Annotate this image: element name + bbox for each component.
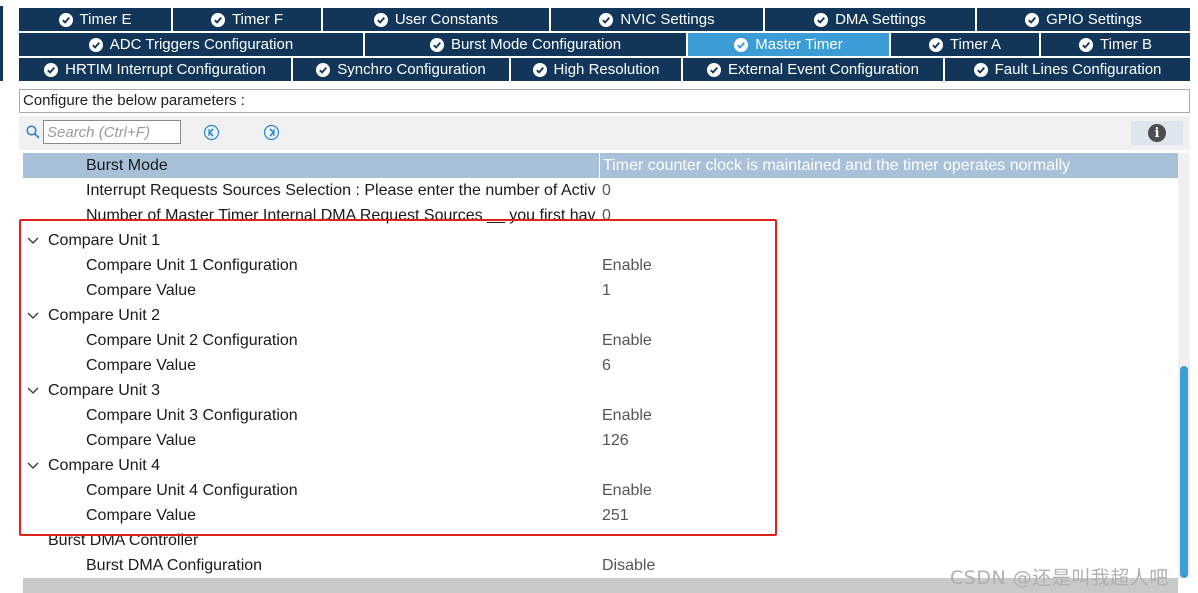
param-value[interactable]: 0 bbox=[602, 178, 1172, 203]
tab-label: DMA Settings bbox=[835, 11, 926, 28]
magnifier-icon bbox=[26, 125, 40, 139]
tab-row-3: HRTIM Interrupt Configuration Synchro Co… bbox=[19, 58, 1190, 81]
prev-arrow-icon[interactable] bbox=[203, 124, 220, 141]
tab-label: User Constants bbox=[394, 11, 499, 28]
tab-bar: Timer E Timer F User Constants NVIC Sett… bbox=[0, 0, 1198, 85]
toolbar: i bbox=[19, 116, 1190, 150]
tab-label: NVIC Settings bbox=[620, 11, 715, 28]
red-highlight-box bbox=[19, 219, 777, 536]
watermark: CSDN @还是叫我超人吧 bbox=[950, 567, 1169, 589]
check-circle-icon bbox=[58, 12, 73, 27]
check-circle-icon bbox=[707, 62, 722, 77]
param-row-interrupt-requests[interactable]: Interrupt Requests Sources Selection : P… bbox=[23, 178, 1178, 203]
tab-label: External Event Configuration bbox=[728, 61, 919, 78]
tab-label: HRTIM Interrupt Configuration bbox=[65, 61, 266, 78]
tab-label: Master Timer bbox=[755, 36, 843, 53]
tab-label: Burst Mode Configuration bbox=[450, 36, 622, 53]
check-circle-icon bbox=[1079, 37, 1094, 52]
check-circle-icon bbox=[44, 62, 59, 77]
check-circle-icon bbox=[814, 12, 829, 27]
vertical-scrollbar[interactable] bbox=[1178, 153, 1190, 578]
next-arrow-icon[interactable] bbox=[263, 124, 280, 141]
tab-hrtim-interrupt-configuration[interactable]: HRTIM Interrupt Configuration bbox=[19, 58, 291, 81]
tab-label: Fault Lines Configuration bbox=[994, 61, 1162, 78]
tab-fault-lines-configuration[interactable]: Fault Lines Configuration bbox=[945, 58, 1190, 81]
tab-timer-e[interactable]: Timer E bbox=[19, 8, 171, 31]
scroll-thumb[interactable] bbox=[1180, 366, 1188, 578]
tab-label: Timer F bbox=[231, 11, 284, 28]
param-name: Interrupt Requests Sources Selection : P… bbox=[86, 182, 596, 199]
check-circle-icon bbox=[1025, 12, 1040, 27]
check-circle-icon bbox=[373, 12, 388, 27]
tab-label: Timer E bbox=[79, 11, 132, 28]
config-header: Configure the below parameters : bbox=[19, 89, 1190, 113]
check-circle-icon bbox=[210, 12, 225, 27]
check-circle-icon bbox=[928, 37, 943, 52]
check-circle-icon bbox=[973, 62, 988, 77]
check-circle-icon bbox=[734, 37, 749, 52]
tab-label: Timer B bbox=[1100, 36, 1152, 53]
tab-high-resolution[interactable]: High Resolution bbox=[511, 58, 681, 81]
tab-row-1: Timer E Timer F User Constants NVIC Sett… bbox=[19, 8, 1190, 31]
check-circle-icon bbox=[88, 37, 103, 52]
tab-adc-triggers-configuration[interactable]: ADC Triggers Configuration bbox=[19, 33, 363, 56]
tab-label: Timer A bbox=[949, 36, 1002, 53]
tab-timer-f[interactable]: Timer F bbox=[173, 8, 321, 31]
tab-master-timer[interactable]: Master Timer bbox=[688, 33, 889, 56]
param-name: Burst DMA Configuration bbox=[86, 557, 263, 574]
info-button[interactable]: i bbox=[1131, 121, 1183, 145]
tab-synchro-configuration[interactable]: Synchro Configuration bbox=[293, 58, 509, 81]
tab-external-event-configuration[interactable]: External Event Configuration bbox=[683, 58, 943, 81]
tab-label: ADC Triggers Configuration bbox=[109, 36, 294, 53]
check-circle-icon bbox=[532, 62, 547, 77]
tab-burst-mode-configuration[interactable]: Burst Mode Configuration bbox=[365, 33, 686, 56]
param-name: Burst Mode bbox=[86, 157, 168, 174]
check-circle-icon bbox=[429, 37, 444, 52]
tab-timer-a[interactable]: Timer A bbox=[891, 33, 1039, 56]
left-edge-stub bbox=[0, 6, 3, 81]
tab-timer-b[interactable]: Timer B bbox=[1041, 33, 1190, 56]
tab-label: High Resolution bbox=[553, 61, 660, 78]
tab-row-2: ADC Triggers Configuration Burst Mode Co… bbox=[19, 33, 1190, 56]
tab-user-constants[interactable]: User Constants bbox=[323, 8, 549, 31]
tab-label: GPIO Settings bbox=[1046, 11, 1142, 28]
tab-gpio-settings[interactable]: GPIO Settings bbox=[977, 8, 1190, 31]
tab-dma-settings[interactable]: DMA Settings bbox=[765, 8, 975, 31]
info-icon: i bbox=[1148, 124, 1166, 142]
tab-nvic-settings[interactable]: NVIC Settings bbox=[551, 8, 763, 31]
check-circle-icon bbox=[599, 12, 614, 27]
check-circle-icon bbox=[316, 62, 331, 77]
param-row-burst-mode[interactable]: Burst Mode Timer counter clock is mainta… bbox=[23, 153, 1178, 178]
tab-label: Synchro Configuration bbox=[337, 61, 486, 78]
param-value[interactable]: Timer counter clock is maintained and th… bbox=[599, 153, 1173, 178]
search-input[interactable] bbox=[43, 120, 181, 144]
